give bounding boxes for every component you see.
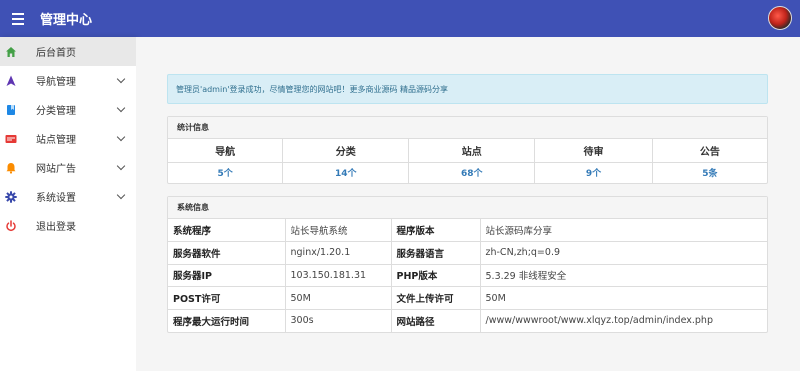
system-panel-title: 系统信息 bbox=[168, 197, 767, 219]
stats-header: 待审 bbox=[534, 139, 653, 163]
home-icon bbox=[4, 45, 18, 59]
sidebar-item-label: 站点管理 bbox=[36, 135, 76, 146]
sidebar-item-settings[interactable]: 系统设置 bbox=[0, 182, 136, 211]
stats-cell: 9个 bbox=[534, 162, 653, 183]
system-key: 程序版本 bbox=[391, 219, 481, 242]
stats-link-pending[interactable]: 9个 bbox=[586, 169, 601, 179]
system-value: 103.150.181.31 bbox=[285, 263, 392, 287]
bell-icon bbox=[4, 161, 18, 175]
main-content: 管理员'admin'登录成功，尽情管理您的网站吧！更多商业源码 精品源码分享 统… bbox=[136, 37, 800, 371]
system-value: zh-CN,zh;q=0.9 bbox=[480, 241, 767, 265]
sidebar-item-label: 后台首页 bbox=[36, 48, 76, 59]
sidebar-item-label: 退出登录 bbox=[36, 222, 76, 233]
menu-icon[interactable] bbox=[6, 0, 30, 37]
stats-cell: 5条 bbox=[652, 162, 767, 183]
system-value: 50M bbox=[480, 286, 767, 310]
sidebar-item-home[interactable]: 后台首页 bbox=[0, 37, 136, 66]
stats-header: 公告 bbox=[652, 139, 767, 163]
system-key: 服务器语言 bbox=[391, 241, 481, 265]
stats-link-categories[interactable]: 14个 bbox=[335, 169, 357, 179]
system-key: 系统程序 bbox=[168, 219, 286, 242]
system-key: 程序最大运行时间 bbox=[168, 308, 286, 332]
login-alert: 管理员'admin'登录成功，尽情管理您的网站吧！更多商业源码 精品源码分享 bbox=[167, 74, 768, 104]
system-value: /www/wwwroot/www.xlqyz.top/admin/index.p… bbox=[480, 308, 767, 332]
gear-icon bbox=[4, 190, 18, 204]
table-row: 程序最大运行时间 300s 网站路径 /www/wwwroot/www.xlqy… bbox=[168, 308, 767, 332]
stats-header: 导航 bbox=[168, 139, 284, 163]
stats-link-navigation[interactable]: 5个 bbox=[217, 169, 232, 179]
stats-link-announcements[interactable]: 5条 bbox=[702, 169, 717, 179]
system-key: 服务器IP bbox=[168, 263, 286, 287]
sidebar-item-ads[interactable]: 网站广告 bbox=[0, 153, 136, 182]
system-value: 5.3.29 非线程安全 bbox=[480, 263, 767, 287]
table-row: 服务器IP 103.150.181.31 PHP版本 5.3.29 非线程安全 bbox=[168, 263, 767, 287]
sidebar-item-navigation[interactable]: 导航管理 bbox=[0, 66, 136, 95]
sidebar-item-label: 系统设置 bbox=[36, 193, 76, 204]
chevron-down-icon bbox=[116, 132, 126, 142]
stats-cell: 5个 bbox=[168, 162, 284, 183]
sidebar: 后台首页 导航管理 分类管理 站点管理 网站广告 系统设置 退出登录 bbox=[0, 37, 136, 371]
navigation-icon bbox=[4, 74, 18, 88]
system-key: 文件上传许可 bbox=[391, 286, 481, 310]
sidebar-item-label: 分类管理 bbox=[36, 106, 76, 117]
table-row: 服务器软件 nginx/1.20.1 服务器语言 zh-CN,zh;q=0.9 bbox=[168, 241, 767, 265]
system-key: POST许可 bbox=[168, 286, 286, 310]
sidebar-item-label: 网站广告 bbox=[36, 164, 76, 175]
system-key: PHP版本 bbox=[391, 263, 481, 287]
stats-table: 导航 分类 站点 待审 公告 5个 14个 68个 9个 5条 bbox=[168, 139, 767, 183]
system-key: 网站路径 bbox=[391, 308, 481, 332]
system-value: 300s bbox=[285, 308, 392, 332]
stats-header: 站点 bbox=[408, 139, 536, 163]
system-key: 服务器软件 bbox=[168, 241, 286, 265]
system-panel: 系统信息 系统程序 站长导航系统 程序版本 站长源码库分享 服务器软件 ngin… bbox=[167, 196, 768, 333]
system-value: nginx/1.20.1 bbox=[285, 241, 392, 265]
top-app-bar: 管理中心 bbox=[0, 0, 800, 37]
sidebar-item-label: 导航管理 bbox=[36, 77, 76, 88]
app-title: 管理中心 bbox=[40, 13, 93, 28]
chevron-down-icon bbox=[116, 103, 126, 113]
sidebar-item-categories[interactable]: 分类管理 bbox=[0, 95, 136, 124]
chevron-down-icon bbox=[116, 74, 126, 84]
stats-header: 分类 bbox=[282, 139, 410, 163]
bookmark-icon bbox=[4, 103, 18, 117]
stats-cell: 14个 bbox=[282, 162, 410, 183]
system-table: 系统程序 站长导航系统 程序版本 站长源码库分享 服务器软件 nginx/1.2… bbox=[168, 219, 767, 332]
stats-panel-title: 统计信息 bbox=[168, 117, 767, 139]
sidebar-item-logout[interactable]: 退出登录 bbox=[0, 211, 136, 240]
web-icon bbox=[4, 132, 18, 146]
system-value: 站长导航系统 bbox=[285, 219, 392, 242]
chevron-down-icon bbox=[116, 161, 126, 171]
alert-text: 管理员'admin'登录成功，尽情管理您的网站吧！更多商业源码 精品源码分享 bbox=[176, 84, 449, 94]
avatar[interactable] bbox=[768, 6, 792, 30]
table-row: 系统程序 站长导航系统 程序版本 站长源码库分享 bbox=[168, 219, 767, 242]
chevron-down-icon bbox=[116, 190, 126, 200]
power-icon bbox=[4, 219, 18, 233]
system-value: 50M bbox=[285, 286, 392, 310]
stats-cell: 68个 bbox=[408, 162, 536, 183]
sidebar-item-sites[interactable]: 站点管理 bbox=[0, 124, 136, 153]
stats-panel: 统计信息 导航 分类 站点 待审 公告 5个 14个 68个 9个 5条 bbox=[167, 116, 768, 184]
table-row: POST许可 50M 文件上传许可 50M bbox=[168, 286, 767, 310]
stats-link-sites[interactable]: 68个 bbox=[461, 169, 483, 179]
system-value: 站长源码库分享 bbox=[485, 226, 553, 238]
